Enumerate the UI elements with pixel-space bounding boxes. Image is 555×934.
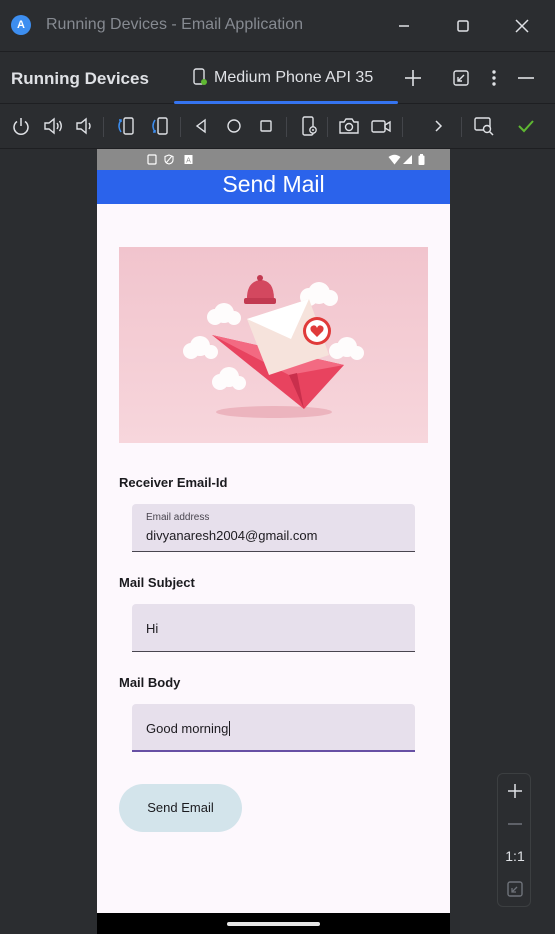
body-value: Good morning [146, 721, 229, 736]
active-tab-indicator [174, 101, 398, 104]
android-status-bar: A [97, 149, 450, 170]
app-title: Send Mail [222, 171, 325, 197]
hide-panel-icon[interactable] [513, 65, 539, 91]
zoom-out-icon[interactable] [503, 812, 527, 836]
volume-down-icon[interactable] [72, 114, 96, 138]
device-control-toolbar [0, 105, 555, 149]
tab-medium-phone[interactable]: Medium Phone API 35 [174, 52, 398, 104]
zoom-actual-size-button[interactable]: 1:1 [498, 848, 532, 864]
volume-up-icon[interactable] [41, 114, 65, 138]
rotate-left-icon[interactable] [114, 114, 138, 138]
maximize-icon[interactable] [450, 13, 476, 39]
home-icon[interactable] [222, 114, 246, 138]
subject-field[interactable]: Hi [132, 604, 415, 652]
shield-icon [164, 154, 174, 165]
subject-value: Hi [146, 621, 159, 636]
screen-record-icon[interactable] [369, 114, 393, 138]
power-icon[interactable] [9, 114, 33, 138]
android-studio-logo-icon: A [11, 15, 31, 35]
signal-icon [403, 155, 412, 164]
toolbar-separator [461, 117, 462, 137]
window-title-bar: A Running Devices - Email Application [0, 0, 555, 52]
phone-screen[interactable]: A Send Mail Receiver Email-Id Email addr… [97, 149, 450, 934]
notification-icon [147, 154, 157, 165]
wifi-icon [388, 154, 401, 165]
more-options-icon[interactable] [481, 65, 507, 91]
add-device-icon[interactable] [400, 65, 426, 91]
toolbar-separator [180, 117, 181, 137]
email-hero-image [119, 247, 428, 443]
toolbar-separator [402, 117, 403, 137]
minimize-icon[interactable] [391, 13, 417, 39]
android-navigation-bar [97, 913, 450, 934]
email-value: divyanaresh2004@gmail.com [146, 528, 318, 543]
body-value-row: Good morning [146, 721, 231, 736]
gesture-handle[interactable] [227, 922, 320, 926]
send-email-button[interactable]: Send Email [119, 784, 242, 832]
device-tab-label: Medium Phone API 35 [214, 69, 374, 86]
device-tab-icon [192, 68, 208, 86]
close-icon[interactable] [509, 13, 535, 39]
overview-icon[interactable] [254, 114, 278, 138]
paper-plane-envelope-illustration [119, 247, 428, 443]
rotate-right-icon[interactable] [148, 114, 172, 138]
expand-icon[interactable] [426, 114, 450, 138]
email-field[interactable]: Email address divyanaresh2004@gmail.com [132, 504, 415, 552]
device-settings-icon[interactable] [297, 114, 321, 138]
running-devices-header: Running Devices Medium Phone API 35 [0, 52, 555, 104]
toolbar-separator [286, 117, 287, 137]
fit-screen-icon[interactable] [503, 877, 527, 901]
subject-section-label: Mail Subject [119, 575, 195, 590]
svg-text:A: A [186, 157, 191, 165]
body-section-label: Mail Body [119, 675, 181, 690]
window-title: Running Devices - Email Application [46, 16, 304, 33]
check-icon[interactable] [514, 114, 538, 138]
app-top-bar: Send Mail [97, 170, 450, 204]
email-floating-label: Email address [146, 512, 210, 523]
zoom-in-icon[interactable] [503, 779, 527, 803]
body-field[interactable]: Good morning [132, 704, 415, 752]
a11y-icon: A [184, 155, 193, 165]
screenshot-icon[interactable] [337, 114, 361, 138]
search-device-icon[interactable] [472, 114, 496, 138]
receiver-section-label: Receiver Email-Id [119, 475, 228, 490]
panel-title: Running Devices [11, 69, 149, 88]
toolbar-separator [327, 117, 328, 137]
zoom-controls: 1:1 [497, 773, 531, 907]
back-icon[interactable] [189, 114, 213, 138]
battery-icon [418, 154, 425, 165]
toolbar-separator [103, 117, 104, 137]
restore-icon[interactable] [448, 65, 474, 91]
text-cursor [229, 721, 231, 736]
